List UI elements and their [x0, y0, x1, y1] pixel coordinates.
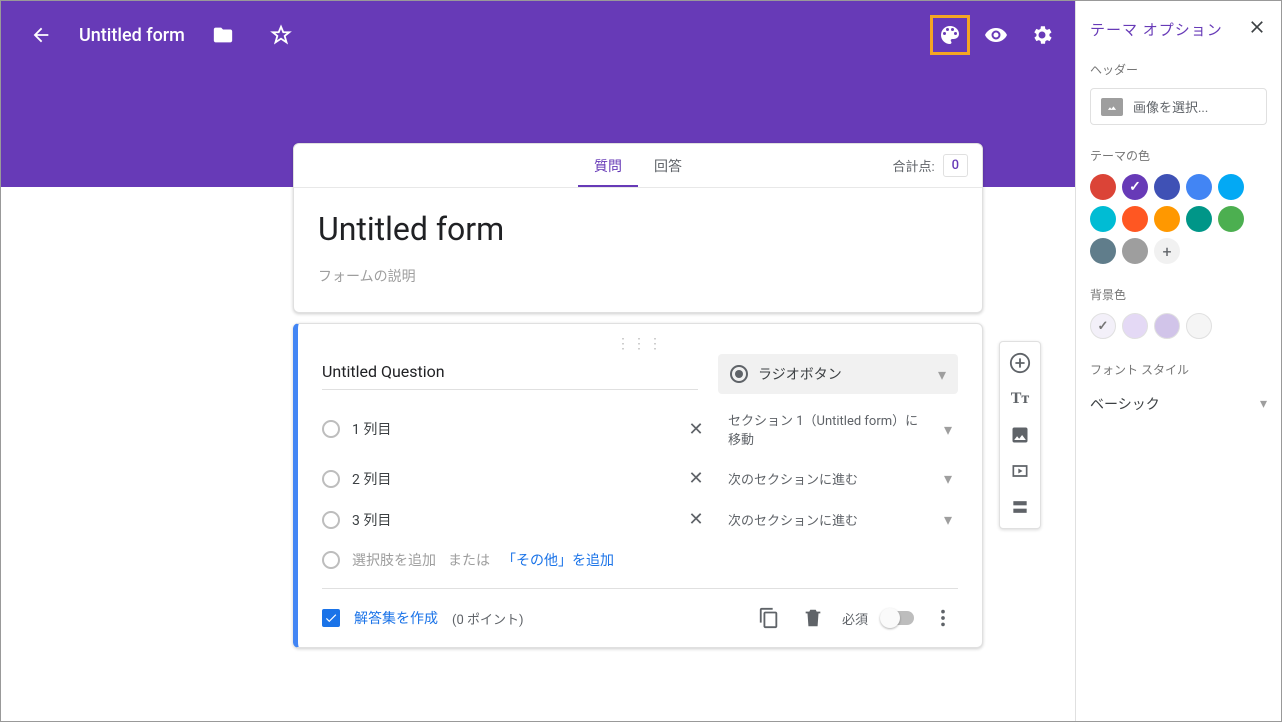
add-other-link[interactable]: 「その他」を追加: [502, 550, 614, 570]
chevron-down-icon: ▾: [1260, 396, 1267, 412]
add-color-icon[interactable]: +: [1154, 238, 1180, 264]
theme-color-swatch[interactable]: [1122, 238, 1148, 264]
radio-empty-icon: [322, 551, 340, 569]
theme-color-swatch[interactable]: [1154, 174, 1180, 200]
font-style-label: フォント スタイル: [1090, 361, 1267, 378]
option-text[interactable]: 1 列目: [352, 419, 672, 439]
score-value: 0: [943, 154, 968, 177]
option-text[interactable]: 3 列目: [352, 510, 672, 530]
remove-option-icon[interactable]: ✕: [684, 419, 708, 440]
theme-color-swatch[interactable]: [1090, 238, 1116, 264]
theme-color-swatch[interactable]: [1154, 206, 1180, 232]
delete-icon[interactable]: [798, 603, 828, 633]
question-type-label: ラジオボタン: [758, 364, 928, 384]
radio-empty-icon: [322, 470, 340, 488]
tab-responses[interactable]: 回答: [638, 144, 698, 187]
answer-key-link[interactable]: 解答集を作成: [354, 608, 438, 628]
star-icon[interactable]: [261, 15, 301, 55]
back-arrow-icon[interactable]: [21, 15, 61, 55]
theme-color-swatch[interactable]: [1122, 206, 1148, 232]
radio-empty-icon: [322, 511, 340, 529]
required-label: 必須: [842, 609, 868, 628]
option-row: 2 列目 ✕ 次のセクションに進む ▾: [322, 458, 958, 499]
floating-toolbar: Tᴛ: [999, 341, 1041, 529]
close-icon[interactable]: [1247, 17, 1267, 41]
add-question-icon[interactable]: [1005, 348, 1035, 378]
bg-color-label: 背景色: [1090, 286, 1267, 303]
theme-color-swatch[interactable]: [1218, 206, 1244, 232]
settings-icon[interactable]: [1022, 15, 1062, 55]
header-section-label: ヘッダー: [1090, 61, 1267, 78]
theme-color-swatch[interactable]: [1186, 174, 1212, 200]
image-icon: [1101, 98, 1123, 116]
bg-color-swatch[interactable]: [1122, 313, 1148, 339]
question-type-select[interactable]: ラジオボタン ▾: [718, 354, 958, 394]
form-description[interactable]: フォームの説明: [318, 266, 958, 286]
form-title[interactable]: Untitled form: [318, 210, 958, 248]
sidebar-title: テーマ オプション: [1090, 19, 1223, 40]
copy-icon[interactable]: [754, 603, 784, 633]
more-icon[interactable]: [928, 603, 958, 633]
tab-questions[interactable]: 質問: [578, 144, 638, 187]
points-label: (0 ポイント): [452, 609, 524, 628]
folder-icon[interactable]: [203, 15, 243, 55]
question-card[interactable]: ⋮⋮⋮ Untitled Question ラジオボタン ▾ 1 列目 ✕ セクショ…: [293, 323, 983, 648]
add-option-or: または: [448, 550, 490, 570]
theme-color-swatch[interactable]: [1218, 174, 1244, 200]
option-goto-select[interactable]: 次のセクションに進む: [720, 469, 926, 488]
chevron-down-icon[interactable]: ▾: [938, 510, 958, 529]
preview-icon[interactable]: [976, 15, 1016, 55]
drag-handle-icon[interactable]: ⋮⋮⋮: [322, 336, 958, 354]
add-title-icon[interactable]: Tᴛ: [1005, 384, 1035, 414]
form-title-header[interactable]: Untitled form: [79, 25, 185, 46]
bg-color-swatch[interactable]: [1186, 313, 1212, 339]
theme-color-swatch[interactable]: [1090, 206, 1116, 232]
answer-key-checkbox[interactable]: [322, 609, 340, 627]
add-image-icon[interactable]: [1005, 420, 1035, 450]
chevron-down-icon: ▾: [938, 365, 946, 384]
add-section-icon[interactable]: [1005, 492, 1035, 522]
theme-color-swatch[interactable]: [1090, 174, 1116, 200]
remove-option-icon[interactable]: ✕: [684, 468, 708, 489]
option-goto-select[interactable]: セクション 1（Untitled form）に移動: [720, 410, 926, 448]
form-header-card: 質問 回答 合計点: 0 Untitled form フォームの説明: [293, 143, 983, 313]
total-score: 合計点: 0: [892, 154, 968, 177]
theme-color-swatch[interactable]: [1186, 206, 1212, 232]
option-row: 1 列目 ✕ セクション 1（Untitled form）に移動 ▾: [322, 400, 958, 458]
radio-empty-icon: [322, 420, 340, 438]
add-option-text[interactable]: 選択肢を追加: [352, 550, 436, 570]
theme-color-label: テーマの色: [1090, 147, 1267, 164]
remove-option-icon[interactable]: ✕: [684, 509, 708, 530]
palette-icon[interactable]: [930, 15, 970, 55]
select-header-image[interactable]: 画像を選択...: [1090, 88, 1267, 125]
score-label: 合計点:: [892, 156, 934, 175]
radio-icon: [730, 365, 748, 383]
theme-color-swatch[interactable]: [1122, 174, 1148, 200]
option-row: 3 列目 ✕ 次のセクションに進む ▾: [322, 499, 958, 540]
question-title-input[interactable]: Untitled Question: [322, 354, 698, 390]
option-goto-select[interactable]: 次のセクションに進む: [720, 510, 926, 529]
option-text[interactable]: 2 列目: [352, 469, 672, 489]
required-toggle[interactable]: [882, 611, 914, 625]
theme-sidebar: テーマ オプション ヘッダー 画像を選択... テーマの色 + 背景色 フォント…: [1075, 1, 1281, 721]
add-video-icon[interactable]: [1005, 456, 1035, 486]
bg-color-swatch[interactable]: [1090, 313, 1116, 339]
select-image-label: 画像を選択...: [1133, 97, 1208, 116]
font-value: ベーシック: [1090, 394, 1160, 414]
font-style-select[interactable]: ベーシック ▾: [1090, 388, 1267, 421]
bg-color-swatch[interactable]: [1154, 313, 1180, 339]
chevron-down-icon[interactable]: ▾: [938, 469, 958, 488]
chevron-down-icon[interactable]: ▾: [938, 420, 958, 439]
